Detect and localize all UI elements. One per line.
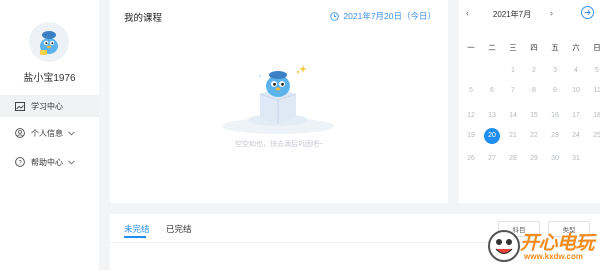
weekday-label: 二 [488, 43, 496, 52]
calendar-day[interactable]: 11 [589, 83, 600, 99]
calendar-day[interactable]: 30 [547, 151, 563, 167]
calendar-day[interactable]: 3 [547, 63, 563, 79]
go-arrow-icon[interactable] [581, 6, 594, 19]
calendar-day[interactable]: 22 [526, 128, 542, 144]
calendar-day[interactable]: 21 [505, 128, 521, 144]
calendar-day[interactable]: 4 [568, 63, 584, 79]
mascot-avatar-icon [29, 22, 69, 62]
image-icon [14, 100, 26, 112]
calendar-day[interactable]: 6 [484, 83, 500, 99]
username: 盐小宝1976 [23, 73, 76, 84]
chevron-down-icon [68, 130, 75, 136]
calendar-day[interactable]: 12 [463, 108, 479, 124]
calendar-day[interactable]: 23 [547, 128, 563, 144]
calendar: ‹ 2021年7月 › 一二三四五六日 1 2 3 4 5 5 6 7 8 9 10 11 12 13 14… [459, 0, 600, 203]
weekday-label: 六 [572, 43, 580, 52]
calendar-day[interactable]: 5 [463, 83, 479, 99]
calendar-day-today[interactable]: 20 [484, 128, 500, 144]
weekday-label: 一 [467, 43, 475, 52]
my-courses-card: 我的课程 2021年7月20日（今日） 空空如也，快去滴后巩固吧~ [110, 0, 448, 203]
tab-unfinished[interactable]: 未完结 [124, 223, 150, 235]
avatar[interactable] [29, 22, 69, 62]
clock-icon [330, 11, 340, 21]
chevron-down-icon [68, 159, 75, 165]
calendar-day[interactable]: 13 [484, 108, 500, 124]
calendar-day[interactable]: 17 [568, 108, 584, 124]
calendar-day[interactable]: 16 [547, 108, 563, 124]
active-tab-indicator [124, 236, 146, 238]
calendar-day[interactable]: 19 [463, 128, 479, 144]
date-label: 2021年7月20日（今日） [343, 11, 436, 21]
watermark-text: 开心电玩 [520, 233, 595, 254]
tab-finished[interactable]: 已完结 [166, 223, 192, 235]
calendar-day[interactable]: 26 [463, 151, 479, 167]
calendar-day[interactable]: 9 [547, 83, 563, 99]
smiley-logo-icon [488, 230, 520, 262]
sidebar-item-label: 帮助中心 [31, 157, 63, 167]
calendar-day[interactable]: 31 [568, 151, 584, 167]
help-icon: ? [14, 156, 26, 168]
sidebar-item-learning-center[interactable]: 学习中心 [0, 95, 99, 117]
weekday-label: 日 [593, 43, 600, 52]
user-icon [14, 127, 26, 139]
watermark-url: www.kxdw.com [524, 252, 583, 261]
sidebar-item-personal-info[interactable]: 个人信息 [0, 122, 99, 144]
calendar-day[interactable]: 15 [526, 108, 542, 124]
weekday-label: 三 [509, 43, 517, 52]
calendar-day[interactable]: 7 [505, 83, 521, 99]
empty-state-illustration [220, 56, 336, 134]
calendar-day[interactable]: 10 [568, 83, 584, 99]
calendar-day[interactable]: 18 [589, 108, 600, 124]
next-month-button[interactable]: › [550, 8, 553, 18]
calendar-day[interactable]: 5 [589, 63, 600, 79]
sidebar-item-label: 个人信息 [31, 128, 63, 138]
calendar-day[interactable]: 14 [505, 108, 521, 124]
card-title: 我的课程 [124, 13, 163, 24]
calendar-day[interactable]: 24 [568, 128, 584, 144]
sidebar-item-help-center[interactable]: ? 帮助中心 [0, 151, 99, 173]
sidebar-item-label: 学习中心 [31, 101, 63, 111]
sidebar: 盐小宝1976 学习中心 个人信息 ? 帮助中心 [0, 0, 99, 270]
calendar-day[interactable]: 28 [505, 151, 521, 167]
calendar-day[interactable]: 25 [589, 128, 600, 144]
prev-month-button[interactable]: ‹ [466, 8, 469, 18]
calendar-day[interactable]: 29 [526, 151, 542, 167]
svg-text:?: ? [18, 160, 22, 166]
calendar-month-label: 2021年7月 [492, 10, 532, 19]
weekday-label: 四 [530, 43, 538, 52]
empty-state-text: 空空如也，快去滴后巩固吧~ [234, 141, 324, 148]
calendar-day[interactable]: 2 [526, 63, 542, 79]
calendar-day[interactable]: 27 [484, 151, 500, 167]
weekday-label: 五 [551, 43, 559, 52]
calendar-day[interactable]: 8 [526, 83, 542, 99]
watermark-logo: 开心电玩 www.kxdw.com [484, 224, 598, 268]
today-date-link[interactable]: 2021年7月20日（今日） [330, 10, 436, 22]
calendar-day[interactable]: 1 [505, 63, 521, 79]
